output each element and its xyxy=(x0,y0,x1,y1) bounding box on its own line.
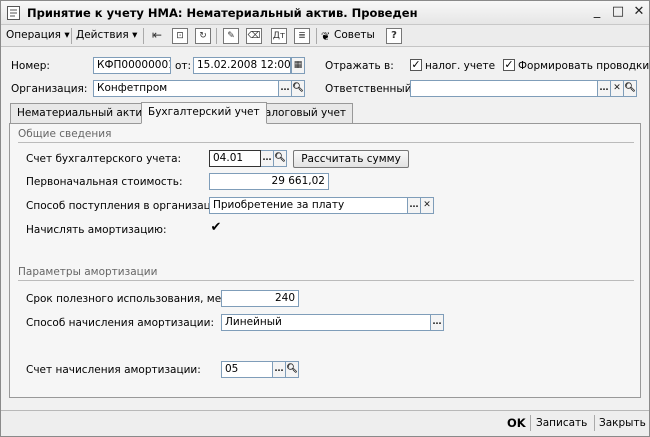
actions-menu[interactable]: Действия ▾ xyxy=(76,29,137,41)
toolbar: Операция ▾ Действия ▾ ⇤ ⊡ ↻ ✎ ⌫ Дт ≣ ❦ С… xyxy=(1,25,649,47)
save-button[interactable]: Записать xyxy=(536,417,587,429)
account-label: Счет бухгалтерского учета: xyxy=(26,153,181,165)
tab-intangible-asset[interactable]: Нематериальный актив xyxy=(10,103,155,123)
tips-icon: ❦ xyxy=(321,30,330,43)
postings-label: Формировать проводки xyxy=(518,60,649,72)
clear-icon[interactable]: ✕ xyxy=(611,80,624,97)
search-icon[interactable]: 🔍︎ xyxy=(292,80,305,97)
report-icon[interactable]: ≣ xyxy=(294,28,310,44)
select-button[interactable]: … xyxy=(279,80,292,97)
chevron-down-icon: ▾ xyxy=(132,29,137,41)
select-button[interactable]: … xyxy=(273,361,286,378)
amortization-method-field[interactable]: Линейный xyxy=(221,314,431,331)
title-bar: Принятие к учету НМА: Нематериальный акт… xyxy=(1,1,649,25)
account-field[interactable]: 04.01 xyxy=(209,150,261,167)
group-divider xyxy=(18,280,634,281)
bottom-bar: OK Записать Закрыть xyxy=(1,410,649,436)
date-field[interactable]: 15.02.2008 12:00:02 xyxy=(193,57,291,74)
number-field[interactable]: КФП00000001 xyxy=(93,57,171,74)
useful-life-field[interactable]: 240 xyxy=(221,290,299,307)
close-button[interactable]: ✕ xyxy=(631,4,647,20)
date-label: от: xyxy=(175,60,191,72)
tab-accounting[interactable]: Бухгалтерский учет xyxy=(141,102,267,124)
select-button[interactable]: … xyxy=(261,150,274,167)
tab-panel: Общие сведения Счет бухгалтерского учета… xyxy=(9,123,641,398)
useful-life-label: Срок полезного использования, мес.: xyxy=(26,293,234,305)
tips-button[interactable]: Советы xyxy=(334,29,375,41)
responsible-field[interactable] xyxy=(410,80,598,97)
search-icon[interactable]: 🔍︎ xyxy=(274,150,287,167)
reflect-label: Отражать в: xyxy=(325,60,394,72)
toolbar-separator xyxy=(530,415,531,431)
document-icon xyxy=(7,6,20,20)
amortize-checkbox[interactable]: ✔ xyxy=(210,223,222,235)
help-button[interactable]: ? xyxy=(386,28,402,44)
select-button[interactable]: … xyxy=(408,197,421,214)
organization-label: Организация: xyxy=(11,83,87,95)
amortization-method-label: Способ начисления амортизации: xyxy=(26,317,214,329)
initial-cost-field[interactable]: 29 661,02 xyxy=(209,173,329,190)
dt-kt-icon[interactable]: Дт xyxy=(271,28,287,44)
receipt-method-label: Способ поступления в организацию: xyxy=(26,200,230,212)
window-title: Принятие к учету НМА: Нематериальный акт… xyxy=(27,6,418,20)
operation-menu-label: Операция xyxy=(6,29,61,41)
toolbar-separator xyxy=(216,28,217,44)
clear-icon[interactable]: ✕ xyxy=(421,197,434,214)
refresh-icon[interactable]: ↻ xyxy=(195,28,211,44)
toolbar-separator xyxy=(316,28,317,44)
minimize-button[interactable]: _ xyxy=(589,4,605,20)
document-window: Принятие к учету НМА: Нематериальный акт… xyxy=(0,0,650,437)
close-form-button[interactable]: Закрыть xyxy=(599,417,646,429)
postings-checkbox[interactable]: ✓ xyxy=(503,59,515,71)
toolbar-separator xyxy=(71,28,72,44)
select-button[interactable]: … xyxy=(431,314,444,331)
chevron-down-icon: ▾ xyxy=(64,29,69,41)
general-group-title: Общие сведения xyxy=(18,128,111,140)
ok-button[interactable]: OK xyxy=(507,416,526,430)
amortization-account-field[interactable]: 05 xyxy=(221,361,273,378)
select-button[interactable]: … xyxy=(598,80,611,97)
post-document-icon[interactable]: ✎ xyxy=(223,28,239,44)
amortize-label: Начислять амортизацию: xyxy=(26,224,167,236)
calendar-icon[interactable]: ▦ xyxy=(291,57,305,74)
unpost-document-icon[interactable]: ⌫ xyxy=(246,28,262,44)
amortization-account-label: Счет начисления амортизации: xyxy=(26,364,201,376)
organization-field[interactable]: Конфетпром xyxy=(93,80,279,97)
search-icon[interactable]: 🔍︎ xyxy=(286,361,299,378)
toolbar-separator xyxy=(594,415,595,431)
toolbar-separator xyxy=(143,28,144,44)
tax-accounting-label: налог. учете xyxy=(425,60,495,72)
operation-menu[interactable]: Операция ▾ xyxy=(6,29,70,41)
actions-menu-label: Действия xyxy=(76,29,129,41)
initial-cost-label: Первоначальная стоимость: xyxy=(26,176,183,188)
maximize-button[interactable]: □ xyxy=(610,4,626,20)
calculate-sum-button[interactable]: Рассчитать сумму xyxy=(293,150,409,168)
number-label: Номер: xyxy=(11,60,50,72)
copy-icon[interactable]: ⊡ xyxy=(172,28,188,44)
amortization-group-title: Параметры амортизации xyxy=(18,266,157,278)
group-divider xyxy=(18,142,634,143)
search-icon[interactable]: 🔍︎ xyxy=(624,80,637,97)
back-arrow-icon[interactable]: ⇤ xyxy=(149,28,165,44)
receipt-method-field[interactable]: Приобретение за плату xyxy=(209,197,408,214)
responsible-label: Ответственный: xyxy=(325,83,415,95)
tax-accounting-checkbox[interactable]: ✓ xyxy=(410,59,422,71)
